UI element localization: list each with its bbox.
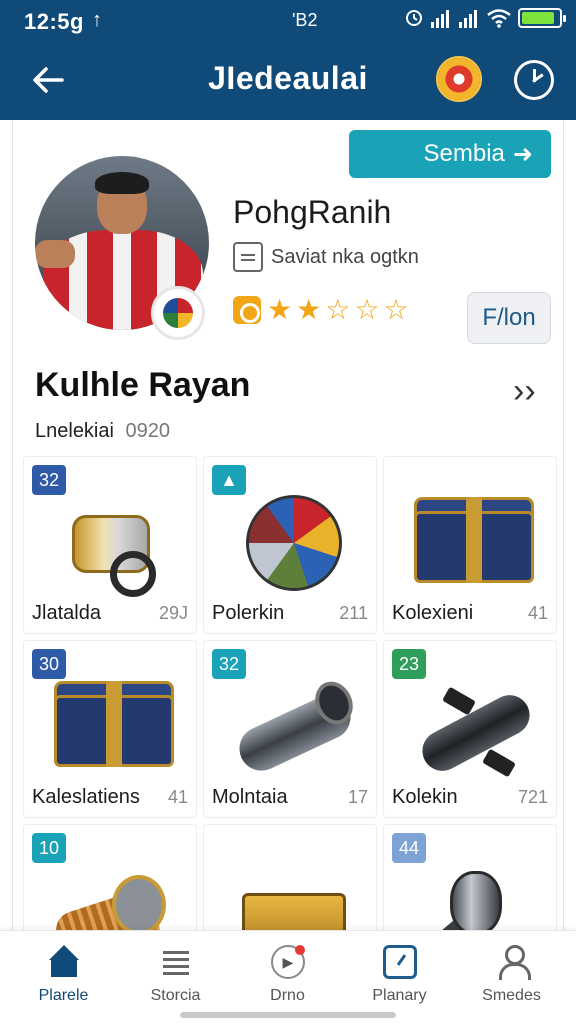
item-tile[interactable] (203, 824, 377, 965)
nav-item-profile[interactable]: Smedes (454, 945, 569, 1005)
profile-subtitle-row: Saviat nka ogtkn (233, 242, 419, 272)
item-tile[interactable]: ▲ Polerkin 211 (203, 456, 377, 634)
item-label: Kalеslаtiens (32, 786, 140, 808)
page-title: JIedeaulai (208, 60, 368, 96)
status-center-text: 'B2 (292, 10, 318, 30)
home-indicator (180, 1012, 396, 1018)
nav-item-gauge[interactable]: Planary (342, 945, 457, 1005)
signal-icon-2 (459, 10, 477, 28)
star-empty-icon: ☆ (354, 294, 380, 325)
nav-label: Storcia (150, 987, 201, 1004)
alarm-icon (406, 10, 422, 26)
share-button-label: Sembia (423, 140, 505, 167)
item-count: 211 (339, 603, 368, 623)
battery-icon (518, 8, 566, 28)
star-filled-icon: ★ (296, 294, 322, 325)
top-bar: 12:5g ↑ 'B2 JIedeaulai (0, 0, 576, 120)
club-badge-icon (151, 286, 205, 340)
item-badge: 23 (392, 649, 426, 679)
status-time: 12:5g (24, 9, 84, 34)
disc-icon (270, 945, 305, 979)
star-rating: ★ ★ ☆ ☆ ☆ (267, 296, 409, 324)
item-label: Kolexieni (392, 602, 474, 624)
scope-icon (414, 677, 537, 778)
item-grid: 32 Jlatalda 29J ▲ Polerkin 211 Kolexieni 41 3… (23, 456, 557, 974)
item-label: Molntaia (212, 786, 288, 808)
status-bar: 12:5g ↑ 'B2 (0, 0, 576, 40)
nav-item-home[interactable]: Plarele (6, 945, 121, 1005)
item-count: 29J (158, 603, 188, 623)
item-tile[interactable]: 30 Kalеslаtiens 41 (23, 640, 197, 818)
screen: 12:5g ↑ 'B2 JIedeaulai Sembia ➜ PohgRani… (0, 0, 576, 1024)
status-icons (404, 8, 566, 28)
rating-badge-icon (233, 296, 261, 324)
clock-icon[interactable] (514, 60, 554, 100)
arrow-right-icon: ➜ (512, 140, 533, 168)
item-badge: 32 (212, 649, 246, 679)
nav-item-disc[interactable]: Drno (230, 945, 345, 1005)
nav-item-list[interactable]: Storcia (118, 945, 233, 1005)
item-label: Jlatalda (32, 602, 101, 624)
rating-row: ★ ★ ☆ ☆ ☆ (233, 296, 409, 324)
item-badge: 10 (32, 833, 66, 863)
item-count: 41 (527, 603, 548, 623)
item-label: Polerkin (212, 602, 285, 624)
gauge-icon (382, 945, 417, 979)
follow-button[interactable]: F/lon (467, 292, 551, 344)
nav-label: Planary (372, 987, 427, 1004)
person-icon (495, 945, 531, 980)
nav-label: Drno (270, 987, 305, 1004)
section-subtitle: Lnelekiai 0920 (35, 420, 170, 443)
item-tile[interactable]: 32 Molntaia 17 (203, 640, 377, 818)
item-count: 41 (167, 787, 188, 807)
item-count: 17 (347, 787, 368, 807)
item-tile[interactable]: 32 Jlatalda 29J (23, 456, 197, 634)
chevron-right-icon[interactable]: ›› (513, 372, 536, 411)
profile-subtitle: Saviat nka ogtkn (271, 245, 419, 268)
section-title: Kulhle Rayan (35, 366, 251, 404)
cannon-icon (232, 675, 360, 778)
wifi-icon (487, 9, 511, 28)
section-sub-count: 0920 (125, 420, 171, 442)
item-badge: 44 (392, 833, 426, 863)
item-count: 721 (517, 787, 548, 807)
item-label: Kolekin (392, 786, 458, 808)
item-badge: 32 (32, 465, 66, 495)
player-name: PohgRanih (233, 194, 392, 230)
star-empty-icon: ☆ (325, 294, 351, 325)
chest-icon (414, 493, 534, 593)
signal-icon (431, 10, 449, 28)
item-tile[interactable]: Kolexieni 41 (383, 456, 557, 634)
star-empty-icon: ☆ (383, 294, 409, 325)
share-button[interactable]: Sembia ➜ (349, 130, 551, 178)
section-sub-label: Lnelekiai (35, 420, 114, 442)
spool-icon (54, 493, 168, 597)
star-filled-icon: ★ (267, 294, 293, 325)
club-avatar[interactable] (436, 56, 482, 102)
item-tile[interactable]: 44 (383, 824, 557, 971)
document-icon (233, 242, 263, 272)
home-icon (47, 945, 81, 979)
notification-dot (294, 945, 305, 955)
ball-icon (234, 493, 348, 593)
list-icon (159, 945, 193, 979)
battery-level (522, 12, 555, 24)
trunk-icon (54, 677, 174, 777)
item-badge: ▲ (212, 465, 246, 495)
upload-arrow-icon: ↑ (92, 9, 102, 31)
item-tile[interactable]: 23 Kolekin 721 (383, 640, 557, 818)
item-badge: 30 (32, 649, 66, 679)
item-tile[interactable]: 10 (23, 824, 197, 974)
app-bar: JIedeaulai (0, 40, 576, 120)
bottom-nav: Plarele Storcia Drno Planary Smedes (0, 930, 576, 1024)
nav-label: Smedes (482, 987, 541, 1004)
nav-label: Plarele (38, 987, 89, 1004)
main-content: Sembia ➜ PohgRanih Saviat nka ogtkn ★ ★ ☆ ☆… (12, 120, 564, 974)
